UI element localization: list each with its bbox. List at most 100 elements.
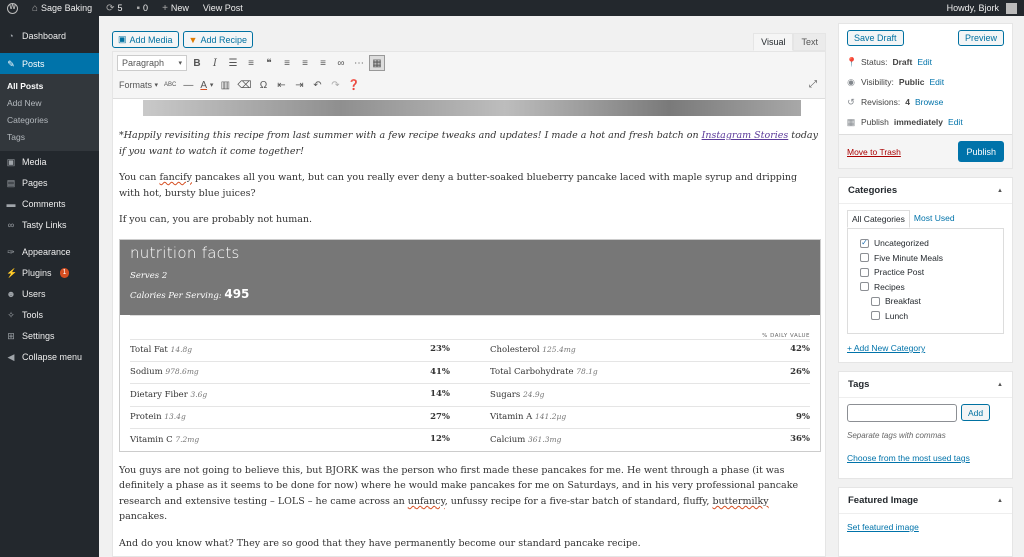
admin-bar: W ⌂ Sage Baking ⟳ 5 ▪ 0 + New View Post … <box>0 0 1024 16</box>
tags-header[interactable]: Tags ▲ <box>839 372 1012 398</box>
undo-icon[interactable]: ↶ <box>310 77 326 93</box>
text-color-icon[interactable]: A ▾ <box>198 77 215 93</box>
categories-header[interactable]: Categories ▲ <box>839 178 1012 204</box>
align-left-icon[interactable]: ≡ <box>279 55 295 71</box>
tab-visual[interactable]: Visual <box>753 33 794 51</box>
nutrition-row: Total Fat 14.8g 23% Cholesterol 125.4mg 42% <box>130 338 810 362</box>
submenu-tags[interactable]: Tags <box>0 128 99 145</box>
add-media-button[interactable]: ▣ Add Media <box>112 31 179 48</box>
add-tag-button[interactable]: Add <box>961 404 991 421</box>
align-right-icon[interactable]: ≡ <box>315 55 331 71</box>
outdent-icon[interactable]: ⇤ <box>274 77 290 93</box>
numbered-list-icon[interactable]: ≡ <box>243 55 259 71</box>
new-content-link[interactable]: + New <box>155 0 196 16</box>
publish-label: Publish <box>861 117 889 127</box>
indent-icon[interactable]: ⇥ <box>292 77 308 93</box>
sidebar-item-posts[interactable]: ✎ Posts <box>0 53 99 74</box>
browse-revisions-link[interactable]: Browse <box>915 97 943 107</box>
category-item[interactable]: Recipes <box>860 280 1003 295</box>
special-character-icon[interactable]: Ω <box>256 77 272 93</box>
collapse-arrow-icon[interactable]: ▲ <box>997 188 1003 194</box>
help-icon[interactable]: ❓ <box>346 77 362 93</box>
collapse-arrow-icon[interactable]: ▲ <box>997 498 1003 504</box>
new-tag-input[interactable] <box>847 404 957 422</box>
category-checkbox[interactable] <box>860 267 869 277</box>
sidebar-item-tools[interactable]: ✧ Tools <box>0 304 99 325</box>
collapse-arrow-icon[interactable]: ▲ <box>997 382 1003 388</box>
category-checkbox[interactable] <box>860 253 869 263</box>
nutrition-table: Total Fat 14.8g 23% Cholesterol 125.4mg 42%… <box>130 338 810 451</box>
edit-visibility-link[interactable]: Edit <box>929 77 944 87</box>
wordpress-logo-menu[interactable]: W <box>0 0 25 16</box>
sidebar-item-media[interactable]: ▣ Media <box>0 151 99 172</box>
sidebar-item-pages[interactable]: ▤ Pages <box>0 172 99 193</box>
submenu-add-new[interactable]: Add New <box>0 94 99 111</box>
sidebar-item-comments[interactable]: ▬ Comments <box>0 193 99 214</box>
category-checkbox[interactable]: ✓ <box>860 238 869 248</box>
sidebar-item-dashboard[interactable]: ◔ Dashboard <box>0 25 99 46</box>
account-menu[interactable]: Howdy, Bjork <box>940 0 1024 16</box>
read-more-icon[interactable]: ⋯ <box>351 55 367 71</box>
publish-button[interactable]: Publish <box>958 141 1004 162</box>
nutrition-facts-block[interactable]: nutrition facts Serves 2 Calories Per Se… <box>119 238 821 452</box>
category-item[interactable]: Lunch <box>860 309 1003 324</box>
submenu-categories[interactable]: Categories <box>0 111 99 128</box>
comments-link[interactable]: ▪ 0 <box>130 0 156 16</box>
italic-button[interactable]: I <box>207 55 223 71</box>
tab-all-categories[interactable]: All Categories <box>847 210 910 228</box>
edit-publish-date-link[interactable]: Edit <box>948 117 963 127</box>
sidebar-item-label: Appearance <box>22 246 71 257</box>
toolbar-toggle-icon[interactable]: ▦ <box>369 55 385 71</box>
bulleted-list-icon[interactable]: ☰ <box>225 55 241 71</box>
blockquote-icon[interactable]: ❝ <box>261 55 277 71</box>
category-item[interactable]: Breakfast <box>860 294 1003 309</box>
submenu-all-posts[interactable]: All Posts <box>0 77 99 94</box>
save-draft-button[interactable]: Save Draft <box>847 30 904 46</box>
editor-content[interactable]: *Happily revisiting this recipe from las… <box>113 100 825 556</box>
featured-image-header[interactable]: Featured Image ▲ <box>839 488 1012 514</box>
category-label: Breakfast <box>885 296 921 307</box>
insert-link-icon[interactable]: ∞ <box>333 55 349 71</box>
site-name-link[interactable]: ⌂ Sage Baking <box>25 0 99 16</box>
comment-bubble-icon: ▪ <box>136 2 141 14</box>
tab-text[interactable]: Text <box>793 33 826 51</box>
category-checkbox[interactable] <box>860 282 869 292</box>
toolbar-row-2: Formats ▾ ABC — A ▾ ▥ ⌫ Ω ⇤ ⇥ ↶ ↷ ❓ <box>117 77 362 93</box>
category-item[interactable]: ✓ Uncategorized <box>860 236 1003 251</box>
sidebar-item-tasty-links[interactable]: ∞ Tasty Links <box>0 214 99 235</box>
add-new-category-link[interactable]: + Add New Category <box>839 334 1012 362</box>
preview-button[interactable]: Preview <box>957 30 1004 46</box>
sidebar-item-users[interactable]: ☻ Users <box>0 283 99 304</box>
view-post-link[interactable]: View Post <box>196 0 250 16</box>
category-checkbox[interactable] <box>871 311 880 321</box>
instagram-stories-link[interactable]: Instagram Stories <box>702 130 789 141</box>
redo-icon[interactable]: ↷ <box>328 77 344 93</box>
editor-box: Paragraph ▾ B I ☰ ≡ ❝ ≡ ≡ ≡ ∞ ⋯ ▦ Format… <box>112 51 826 557</box>
align-center-icon[interactable]: ≡ <box>297 55 313 71</box>
sidebar-collapse-menu[interactable]: ◀ Collapse menu <box>0 346 99 367</box>
paste-as-text-icon[interactable]: ▥ <box>217 77 233 93</box>
add-recipe-button[interactable]: ▼ Add Recipe <box>182 31 253 48</box>
category-item[interactable]: Practice Post <box>860 265 1003 280</box>
nutrition-header: nutrition facts Serves 2 Calories Per Se… <box>120 239 820 315</box>
fullscreen-expand-icon[interactable]: ⤢ <box>809 79 817 90</box>
clear-formatting-icon[interactable]: ⌫ <box>235 77 253 93</box>
move-to-trash-link[interactable]: Move to Trash <box>847 147 901 157</box>
nutrient-amount: 141.2µg <box>535 412 567 422</box>
sidebar-item-plugins[interactable]: ⚡ Plugins 1 <box>0 262 99 283</box>
updates-link[interactable]: ⟳ 5 <box>99 0 129 16</box>
sidebar-item-appearance[interactable]: ✑ Appearance <box>0 241 99 262</box>
formats-dropdown[interactable]: Formats ▾ <box>117 77 160 93</box>
choose-most-used-tags-link[interactable]: Choose from the most used tags <box>839 440 1012 463</box>
bold-button[interactable]: B <box>189 55 205 71</box>
edit-status-link[interactable]: Edit <box>917 57 932 67</box>
strikethrough-icon[interactable]: ABC <box>162 77 178 93</box>
category-checkbox[interactable] <box>871 296 880 306</box>
paragraph-format-select[interactable]: Paragraph ▾ <box>117 55 187 71</box>
sidebar-item-settings[interactable]: ⊞ Settings <box>0 325 99 346</box>
paragraph: You can fancify pancakes all you want, b… <box>119 170 819 201</box>
horizontal-line-icon[interactable]: — <box>180 77 196 93</box>
set-featured-image-link[interactable]: Set featured image <box>839 514 1012 540</box>
category-item[interactable]: Five Minute Meals <box>860 251 1003 266</box>
tab-most-used[interactable]: Most Used <box>910 210 959 228</box>
